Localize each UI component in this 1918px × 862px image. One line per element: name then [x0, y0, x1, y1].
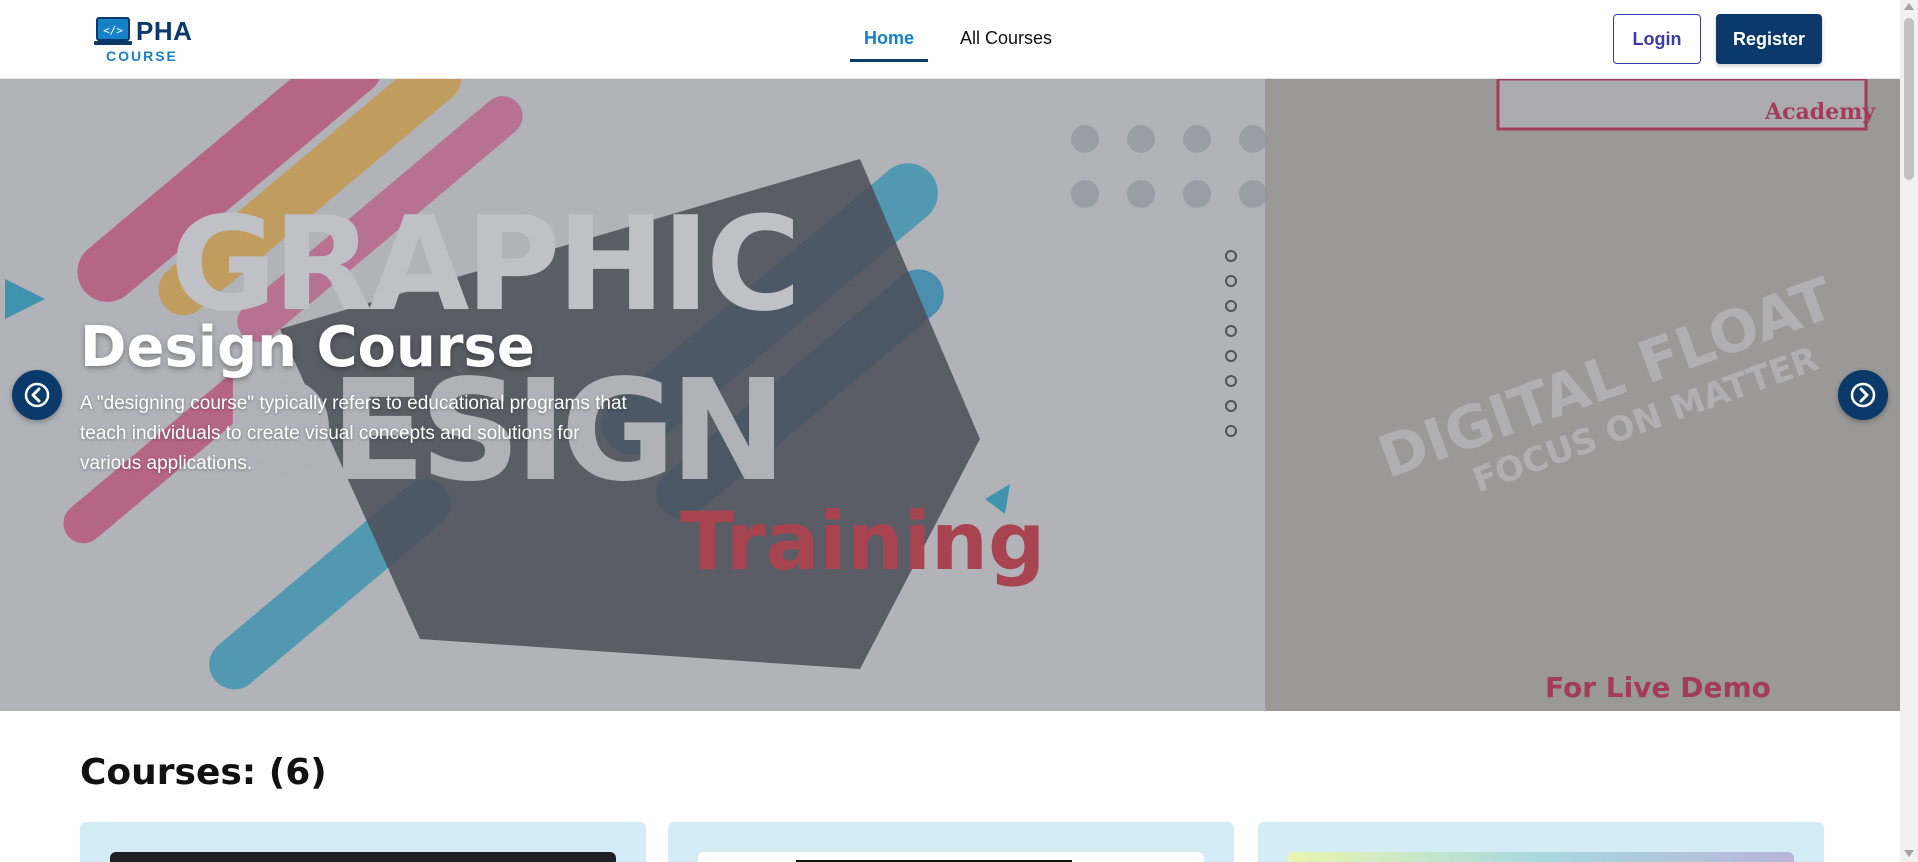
course-card-image [110, 852, 616, 862]
main-nav: Home All Courses [850, 24, 1066, 62]
site-logo[interactable]: </> PHA COURSE [94, 16, 194, 64]
nav-home-link[interactable]: Home [850, 24, 929, 62]
courses-heading: Courses: (6) [80, 752, 327, 793]
login-button[interactable]: Login [1613, 14, 1701, 64]
course-card[interactable] [80, 822, 646, 862]
carousel-next-button[interactable] [1838, 370, 1888, 420]
page-scrollbar[interactable] [1900, 0, 1918, 862]
register-button[interactable]: Register [1716, 14, 1822, 64]
course-card-image [1288, 852, 1794, 862]
laptop-code-icon: </> [94, 17, 132, 45]
scroll-thumb[interactable] [1904, 18, 1914, 180]
chevron-right-circle-icon [1850, 382, 1876, 408]
logo-text: PHA [136, 16, 193, 46]
chevron-left-circle-icon [24, 382, 50, 408]
hero-description: A "designing course" typically refers to… [80, 393, 627, 474]
hero-title: Design Course [80, 315, 535, 380]
carousel-prev-button[interactable] [12, 370, 62, 420]
page: </> PHA COURSE Home All Courses Login Re… [0, 0, 1918, 862]
top-navbar: </> PHA COURSE Home All Courses Login Re… [0, 0, 1900, 79]
nav-all-courses-link[interactable]: All Courses [946, 24, 1066, 62]
hero-carousel: GRAPHIC DESIGN Training DIGITAL FLOAT FO… [0, 79, 1900, 711]
scroll-up-arrow-icon[interactable] [1904, 3, 1914, 10]
course-card[interactable] [668, 822, 1234, 862]
course-card[interactable] [1258, 822, 1824, 862]
svg-text:</>: </> [103, 24, 123, 37]
scroll-down-arrow-icon[interactable] [1904, 850, 1914, 857]
course-card-image [698, 852, 1204, 862]
logo-subtext: COURSE [106, 48, 178, 64]
